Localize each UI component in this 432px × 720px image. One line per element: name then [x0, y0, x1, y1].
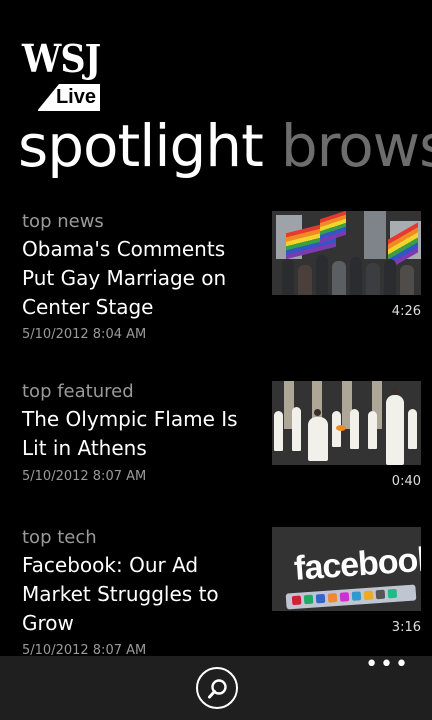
app-screen: WSJ Live spotlight brows top news Obama's…	[0, 0, 432, 720]
pivot-tab-spotlight[interactable]: spotlight	[18, 112, 264, 180]
search-button[interactable]	[196, 667, 238, 709]
thumbnail-facebook-text: facebook	[292, 540, 421, 588]
pivot-header: spotlight brows	[18, 112, 432, 180]
logo-live-box: Live	[37, 84, 100, 111]
story-headline[interactable]: Facebook: Our Ad Market Struggles to Gro…	[22, 551, 262, 638]
more-options-button[interactable]: •••	[365, 654, 410, 676]
story-item[interactable]: top tech Facebook: Our Ad Market Struggl…	[0, 527, 432, 658]
video-duration: 3:16	[391, 620, 421, 635]
search-icon	[208, 679, 227, 699]
story-headline[interactable]: Obama's Comments Put Gay Marriage on Cen…	[22, 235, 262, 322]
story-category: top featured	[22, 381, 134, 402]
story-date: 5/10/2012 8:04 AM	[22, 327, 147, 342]
story-thumbnail[interactable]: facebook	[272, 527, 421, 611]
app-bar: •••	[0, 654, 432, 720]
logo-live-text: Live	[55, 86, 96, 108]
story-item[interactable]: top news Obama's Comments Put Gay Marria…	[0, 211, 432, 342]
story-date: 5/10/2012 8:07 AM	[22, 469, 147, 484]
story-headline[interactable]: The Olympic Flame Is Lit in Athens	[22, 405, 262, 463]
video-duration: 4:26	[391, 304, 421, 319]
logo-wsj-text: WSJ	[22, 36, 101, 81]
story-category: top tech	[22, 527, 97, 548]
video-duration: 0:40	[391, 474, 421, 489]
story-item[interactable]: top featured The Olympic Flame Is Lit in…	[0, 381, 432, 493]
wsj-live-logo: WSJ Live	[22, 36, 104, 112]
pivot-tab-browse[interactable]: brows	[281, 112, 432, 180]
story-thumbnail[interactable]	[272, 381, 421, 465]
story-thumbnail[interactable]	[272, 211, 421, 295]
story-category: top news	[22, 211, 104, 232]
